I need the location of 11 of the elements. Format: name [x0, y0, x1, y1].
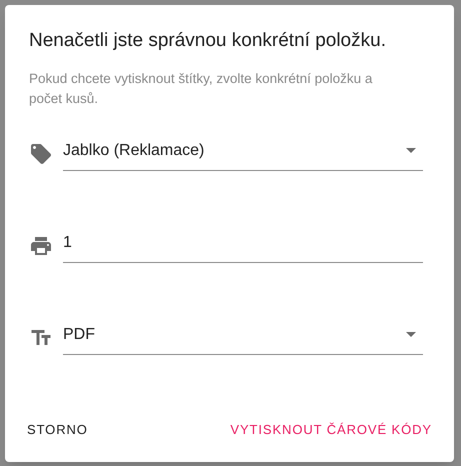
- input-field[interactable]: 1: [63, 225, 423, 263]
- printer-icon: [29, 234, 53, 258]
- cancel-button[interactable]: STORNO: [19, 412, 96, 448]
- dropdown-caret-icon: [406, 332, 416, 337]
- select-field[interactable]: PDF: [63, 317, 423, 355]
- select-field[interactable]: Jablko (Reklamace): [63, 133, 423, 171]
- dialog-description: Pokud chcete vytisknout štítky, zvolte konkrétní položku a počet kusů.: [28, 70, 374, 108]
- tag-icon: [29, 142, 53, 166]
- print-button[interactable]: VYTISKNOUT ČÁROVÉ KÓDY: [222, 412, 440, 448]
- dialog-title: Nenačetli jste správnou konkrétní položku.: [28, 29, 387, 53]
- dropdown-caret-icon: [406, 148, 416, 153]
